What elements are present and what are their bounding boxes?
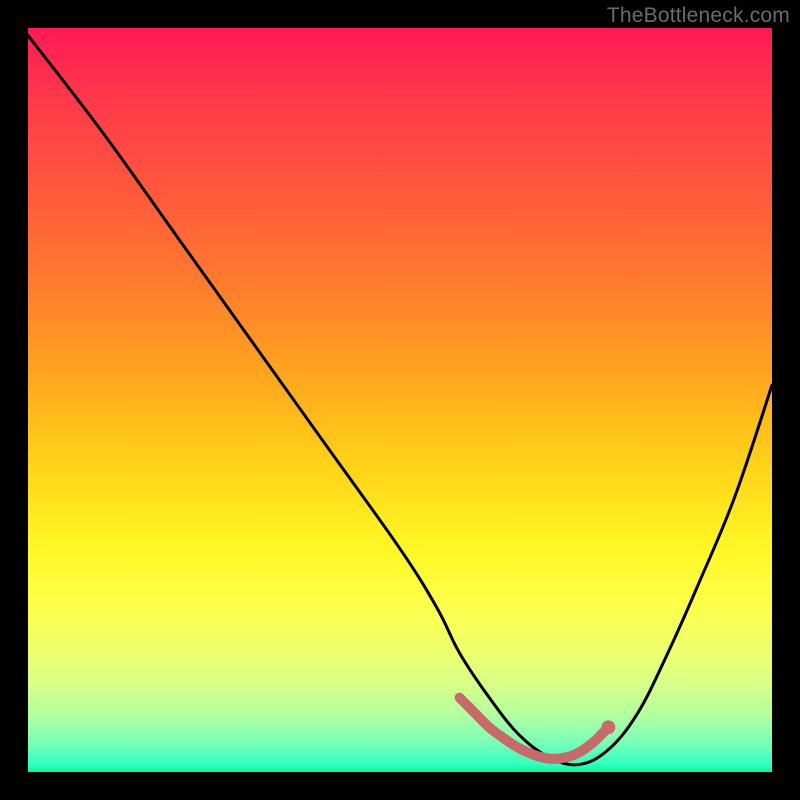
recommended-range (460, 698, 609, 759)
plot-area (28, 28, 772, 772)
chart-frame: TheBottleneck.com (0, 0, 800, 800)
watermark-text: TheBottleneck.com (607, 4, 790, 28)
bottleneck-curve (28, 35, 772, 764)
chart-svg (28, 28, 772, 772)
range-end-dot (601, 720, 615, 734)
